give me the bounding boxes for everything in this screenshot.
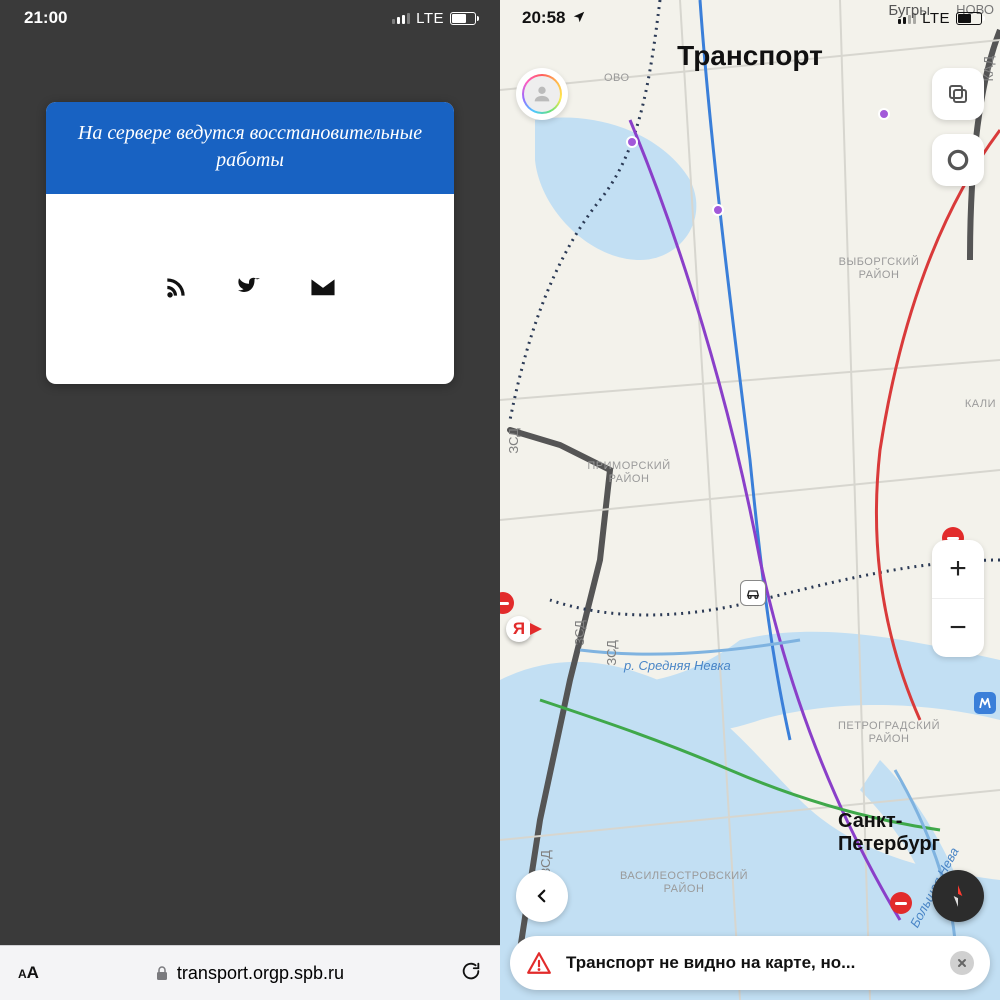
activity-button[interactable] xyxy=(932,134,984,186)
ring-icon xyxy=(945,147,971,173)
browser-url-bar[interactable]: AA transport.orgp.spb.ru xyxy=(0,945,500,1000)
location-arrow-icon xyxy=(572,10,586,24)
snackbar[interactable]: Транспорт не видно на карте, но... xyxy=(510,936,990,990)
status-time: 21:00 xyxy=(24,8,67,28)
left-screenshot: 21:00 LTE На сервере ведутся восстановит… xyxy=(0,0,500,1000)
incident-icon[interactable] xyxy=(740,580,766,606)
layers-icon xyxy=(946,82,970,106)
close-icon xyxy=(957,958,967,968)
rss-icon[interactable] xyxy=(163,274,189,305)
alert-icon xyxy=(526,951,552,975)
profile-button[interactable] xyxy=(516,68,568,120)
metro-logo-icon[interactable] xyxy=(974,692,996,714)
status-bar: 20:58 LTE xyxy=(500,0,1000,36)
metro-station-dot[interactable] xyxy=(626,136,638,148)
status-indicators: LTE xyxy=(898,10,982,27)
layers-button[interactable] xyxy=(932,68,984,120)
reload-button[interactable] xyxy=(460,960,482,987)
zoom-out-button[interactable]: − xyxy=(932,599,984,657)
back-button[interactable] xyxy=(516,870,568,922)
twitter-icon[interactable] xyxy=(235,276,263,303)
map-canvas[interactable] xyxy=(500,0,1000,1000)
compass-icon xyxy=(945,883,971,909)
mail-icon[interactable] xyxy=(309,277,337,302)
reader-mode-button[interactable]: AA xyxy=(18,963,39,983)
status-bar: 21:00 LTE xyxy=(0,0,500,36)
signal-icon xyxy=(392,13,410,24)
battery-icon xyxy=(956,12,982,25)
snackbar-text: Транспорт не видно на карте, но... xyxy=(566,953,936,973)
status-indicators: LTE xyxy=(392,10,476,27)
url-domain[interactable]: transport.orgp.spb.ru xyxy=(53,963,446,984)
right-screenshot: ОВО Бугры НОВО КАД ВЫБОРГСКИЙ РАЙОН КАЛИ… xyxy=(500,0,1000,1000)
snackbar-close-button[interactable] xyxy=(950,951,974,975)
no-entry-icon[interactable] xyxy=(890,892,912,914)
yandex-pin[interactable]: Я xyxy=(506,616,532,642)
app-title: Транспорт xyxy=(500,40,1000,72)
card-icons xyxy=(46,194,454,384)
user-icon xyxy=(531,83,553,105)
maintenance-card: На сервере ведутся восстановительные раб… xyxy=(46,102,454,384)
network-label: LTE xyxy=(416,10,444,27)
network-label: LTE xyxy=(922,10,950,27)
battery-icon xyxy=(450,12,476,25)
maintenance-message: На сервере ведутся восстановительные раб… xyxy=(46,102,454,194)
metro-station-dot[interactable] xyxy=(878,108,890,120)
status-time-right: 20:58 xyxy=(522,8,586,28)
chevron-left-icon xyxy=(533,887,551,905)
zoom-in-button[interactable]: + xyxy=(932,540,984,598)
metro-station-dot[interactable] xyxy=(712,204,724,216)
compass-button[interactable] xyxy=(932,870,984,922)
signal-icon xyxy=(898,13,916,24)
lock-icon xyxy=(155,965,169,981)
zoom-controls: + − xyxy=(932,540,984,657)
